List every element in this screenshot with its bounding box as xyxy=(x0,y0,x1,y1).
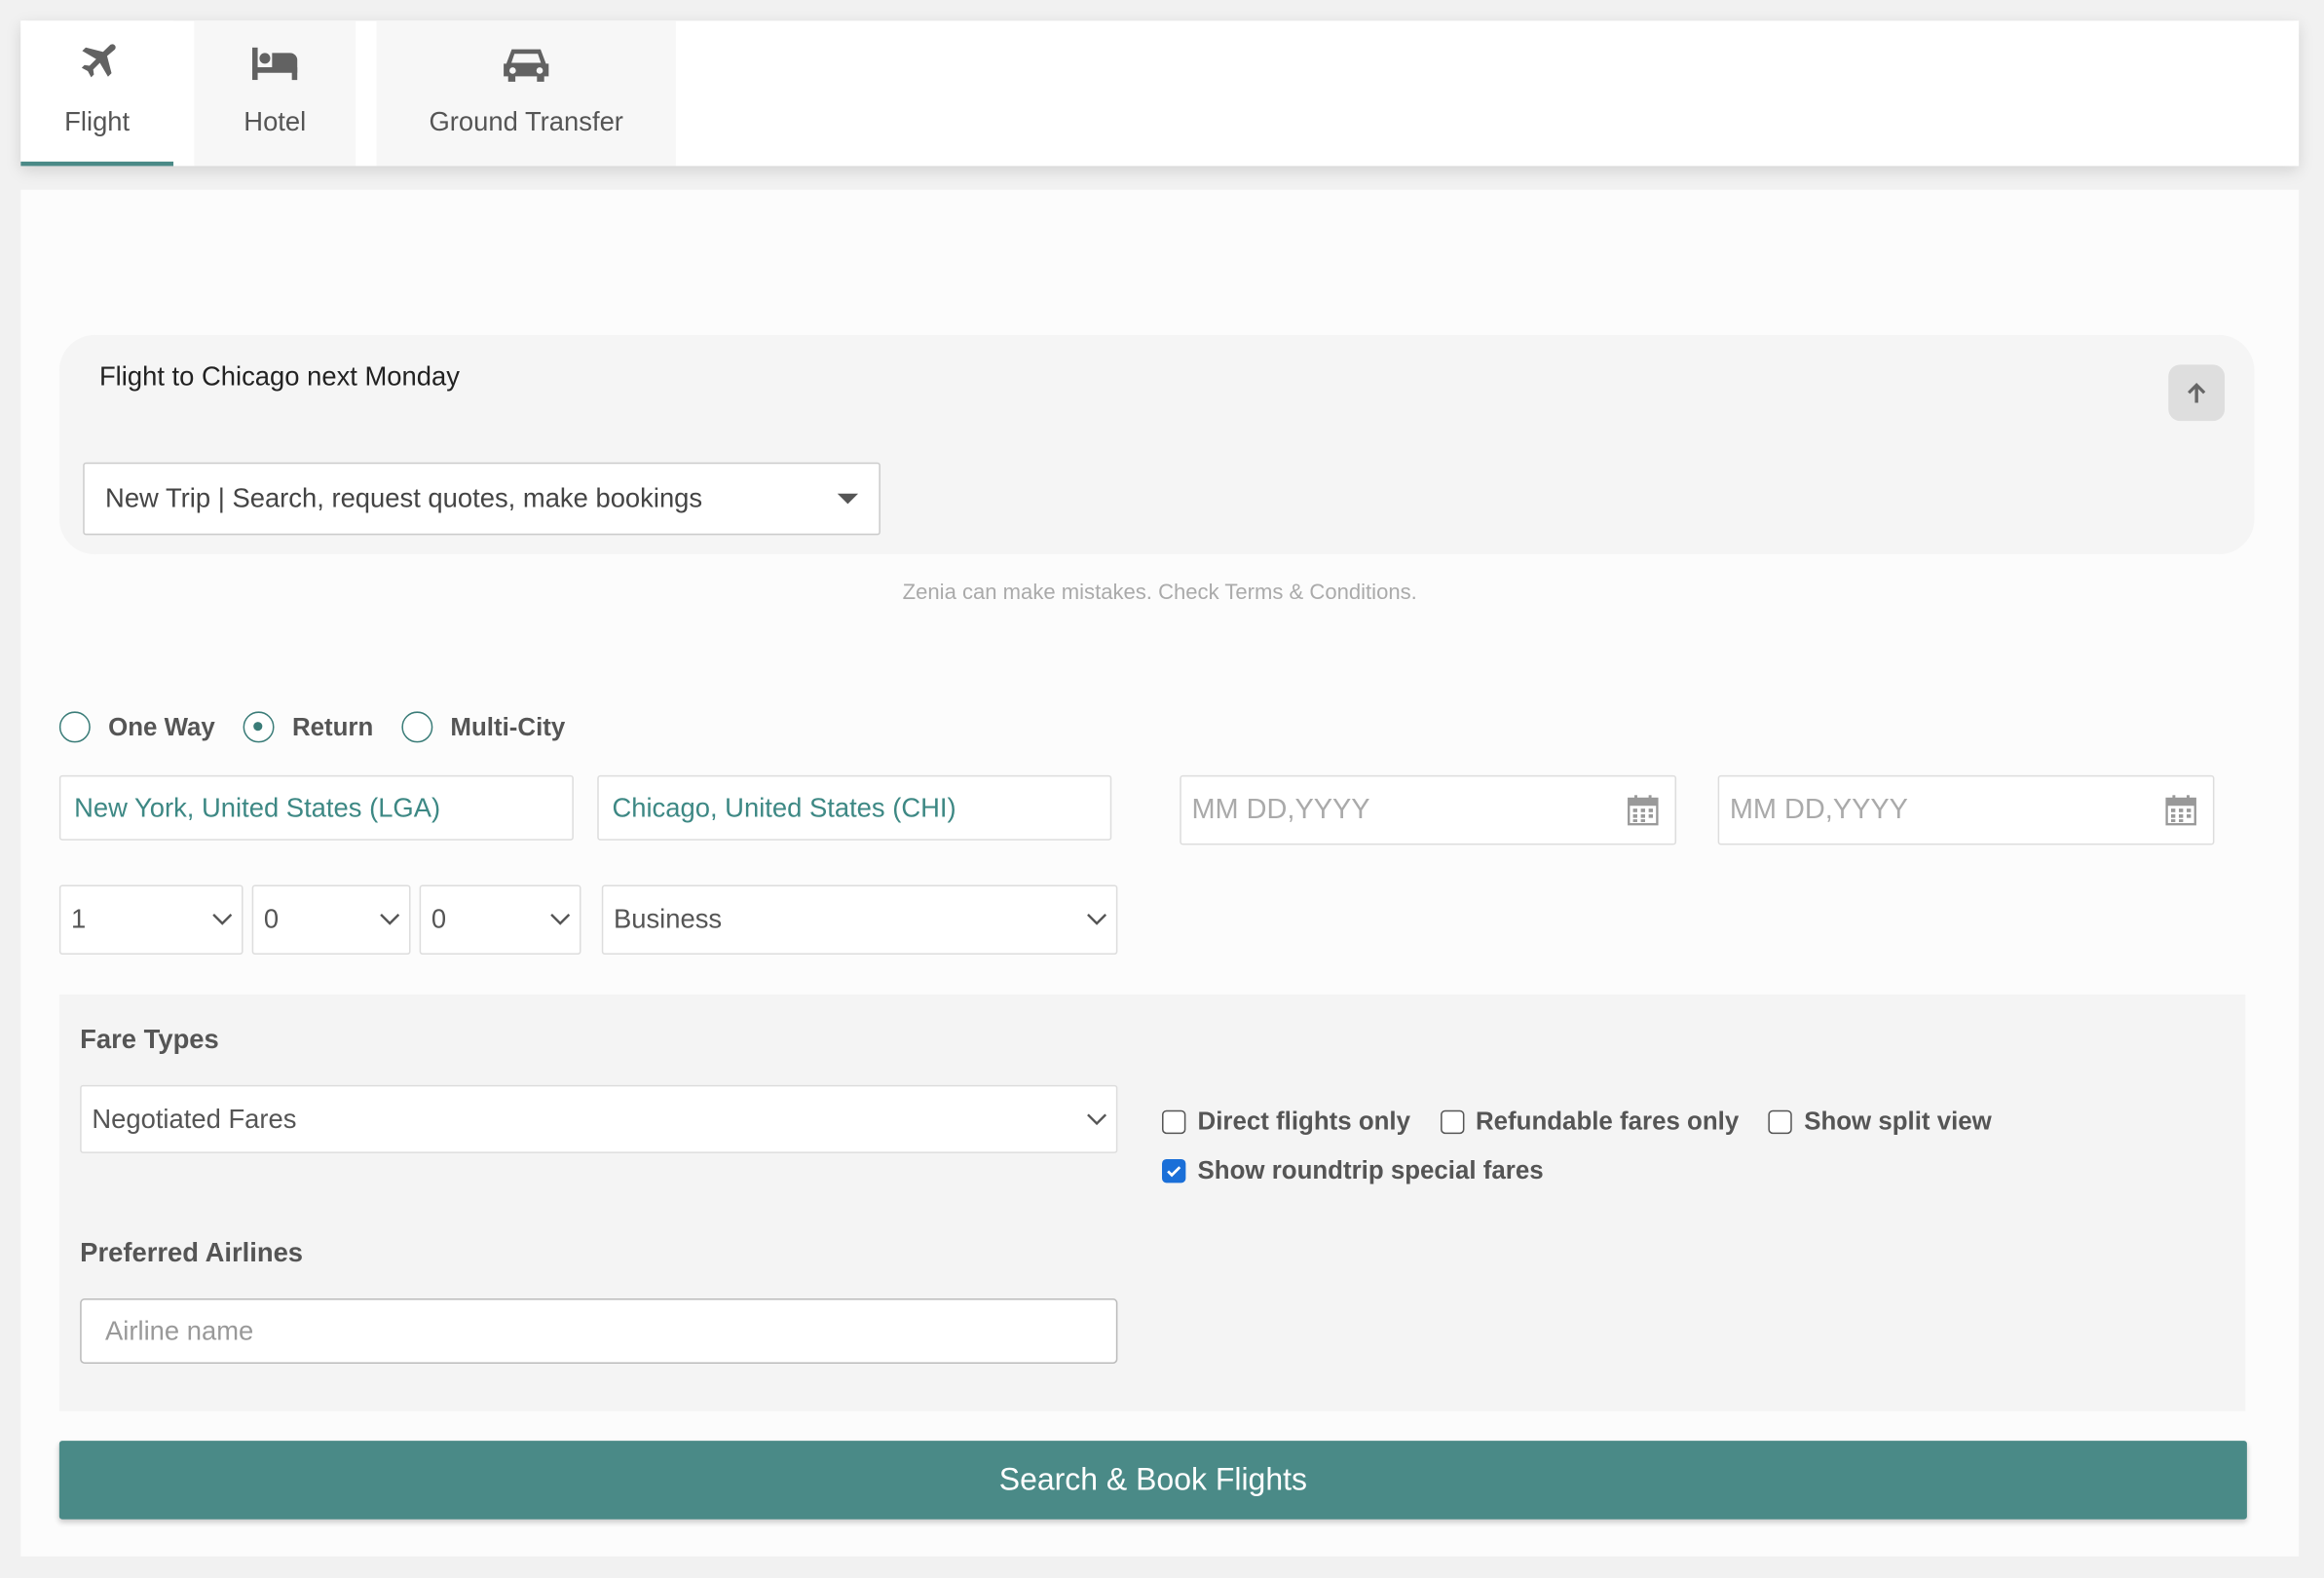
tab-hotel[interactable]: Hotel xyxy=(194,20,356,167)
split-view-checkbox[interactable] xyxy=(1768,1109,1793,1135)
radio-label-multi-city[interactable]: Multi-City xyxy=(450,712,565,741)
radio-label-one-way[interactable]: One Way xyxy=(108,712,215,741)
main-panel: Flight to Chicago next Monday New Trip |… xyxy=(20,189,2300,1557)
refundable-fares-checkbox[interactable] xyxy=(1440,1109,1464,1135)
tab-label: Ground Transfer xyxy=(429,106,623,136)
bed-icon xyxy=(251,47,297,81)
preferred-airlines-heading: Preferred Airlines xyxy=(80,1237,304,1268)
split-view-label[interactable]: Show split view xyxy=(1804,1108,1992,1137)
arrow-up-icon xyxy=(2188,382,2206,403)
refundable-fares-label[interactable]: Refundable fares only xyxy=(1476,1108,1739,1137)
fare-types-heading: Fare Types xyxy=(80,1024,219,1054)
infants-select[interactable]: 0 xyxy=(419,884,581,955)
tabs-bar: Flight Hotel Ground Transfer xyxy=(20,20,2300,167)
adults-value: 1 xyxy=(71,904,87,934)
disclaimer-text: Zenia can make mistakes. Check Terms & C… xyxy=(902,581,1417,605)
tab-label: Flight xyxy=(64,106,131,136)
chevron-down-icon xyxy=(1087,1113,1107,1126)
direct-flights-checkbox[interactable] xyxy=(1162,1109,1186,1135)
fare-type-value: Negotiated Fares xyxy=(92,1104,297,1135)
tab-ground-transfer[interactable]: Ground Transfer xyxy=(376,20,676,167)
chevron-down-icon xyxy=(380,914,400,925)
radio-label-return[interactable]: Return xyxy=(292,712,373,741)
chat-prompt-text[interactable]: Flight to Chicago next Monday xyxy=(99,361,460,393)
return-date-input[interactable]: MM DD,YYYY xyxy=(1717,774,2215,845)
cabin-class-select[interactable]: Business xyxy=(601,884,1118,955)
roundtrip-special-fares-checkbox[interactable] xyxy=(1162,1158,1186,1184)
checkbox-row: Show roundtrip special fares xyxy=(1162,1156,1573,1185)
trip-mode-select[interactable]: New Trip | Search, request quotes, make … xyxy=(83,462,881,536)
checkbox-row: Direct flights only Refundable fares onl… xyxy=(1162,1108,2021,1137)
calendar-icon[interactable] xyxy=(2164,793,2198,827)
chevron-down-icon xyxy=(212,914,233,925)
destination-input[interactable]: Chicago, United States (CHI) xyxy=(597,774,1112,841)
radio-multi-city[interactable] xyxy=(401,711,433,743)
adults-select[interactable]: 1 xyxy=(58,884,244,955)
trip-type-group: One Way Return Multi-City xyxy=(58,711,593,743)
search-options-box: Fare Types Negotiated Fares Direct fligh… xyxy=(58,995,2246,1411)
search-book-flights-button[interactable]: Search & Book Flights xyxy=(58,1441,2247,1520)
trip-mode-value: New Trip | Search, request quotes, make … xyxy=(105,483,703,513)
roundtrip-special-fares-label[interactable]: Show roundtrip special fares xyxy=(1198,1156,1544,1185)
calendar-icon[interactable] xyxy=(1626,793,1660,827)
direct-flights-label[interactable]: Direct flights only xyxy=(1198,1108,1410,1137)
send-button[interactable] xyxy=(2168,364,2226,422)
depart-date-placeholder: MM DD,YYYY xyxy=(1191,794,1370,826)
car-icon xyxy=(504,49,549,82)
booking-widget: Flight Hotel Ground Transfer Flight to C… xyxy=(0,0,2324,1578)
chevron-down-icon xyxy=(1087,914,1107,925)
fare-type-select[interactable]: Negotiated Fares xyxy=(80,1084,1118,1153)
airplane-icon xyxy=(81,44,115,78)
radio-one-way[interactable] xyxy=(58,711,91,743)
origin-input[interactable]: New York, United States (LGA) xyxy=(58,774,574,841)
tab-flight[interactable]: Flight xyxy=(20,20,174,167)
infants-value: 0 xyxy=(431,904,447,934)
caret-down-icon xyxy=(837,493,859,505)
children-value: 0 xyxy=(263,904,280,934)
chevron-down-icon xyxy=(550,914,571,925)
return-date-placeholder: MM DD,YYYY xyxy=(1729,794,1908,826)
chat-box: Flight to Chicago next Monday New Trip |… xyxy=(58,334,2255,555)
checkmark-icon xyxy=(1167,1166,1181,1178)
depart-date-input[interactable]: MM DD,YYYY xyxy=(1180,774,1677,845)
children-select[interactable]: 0 xyxy=(251,884,411,955)
radio-return[interactable] xyxy=(243,711,275,743)
tab-label: Hotel xyxy=(244,106,307,136)
cabin-class-value: Business xyxy=(613,904,723,934)
airline-name-input[interactable]: Airline name xyxy=(80,1298,1118,1364)
